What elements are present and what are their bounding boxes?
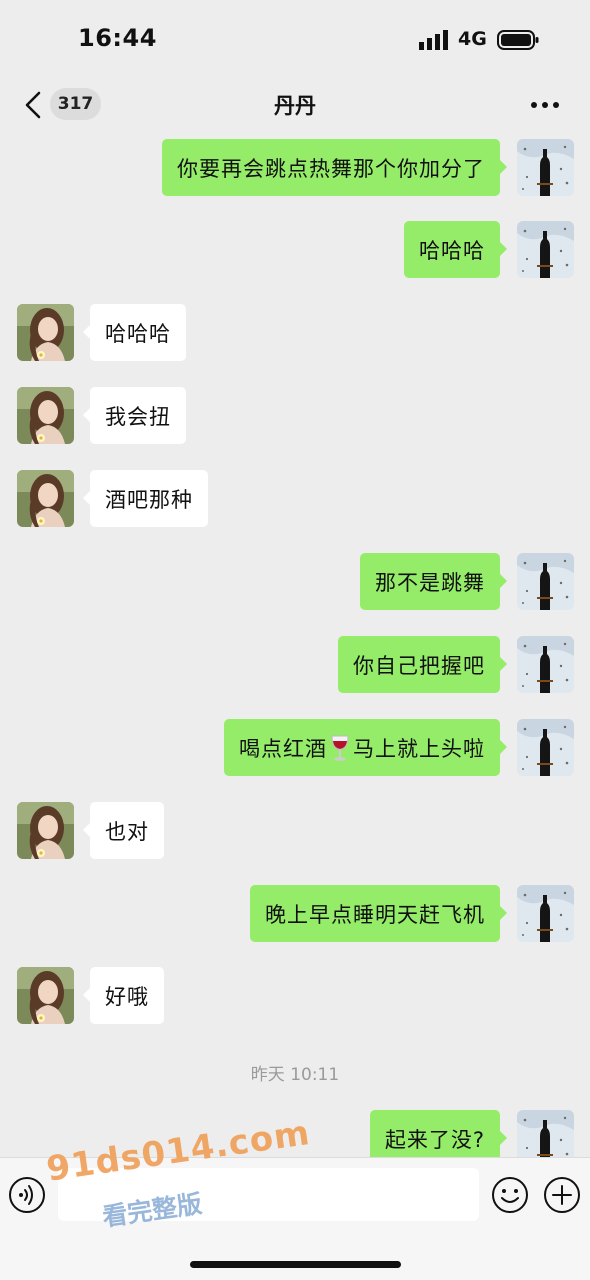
my-avatar[interactable] — [517, 221, 574, 278]
message-row-incoming: 我会扭 — [0, 387, 590, 447]
battery-icon — [497, 30, 539, 50]
message-bubble[interactable]: 你要再会跳点热舞那个你加分了 — [162, 139, 507, 196]
my-avatar[interactable] — [517, 139, 574, 196]
message-bubble[interactable]: 晚上早点睡明天赶飞机 — [250, 885, 507, 942]
network-label: 4G — [458, 28, 487, 50]
status-time: 16:44 — [78, 24, 157, 52]
message-text: 喝点红酒 — [239, 736, 327, 761]
contact-avatar[interactable] — [17, 387, 74, 444]
message-row-incoming: 好哦 — [0, 967, 590, 1027]
voice-input-icon[interactable] — [8, 1176, 46, 1214]
message-bubble[interactable]: 那不是跳舞 — [360, 553, 507, 610]
wine-glass-icon — [331, 735, 349, 761]
message-bubble[interactable]: 你自己把握吧 — [338, 636, 507, 693]
message-bubble[interactable]: 哈哈哈 — [404, 221, 507, 278]
message-row-outgoing: 你自己把握吧 — [0, 636, 590, 696]
message-bubble[interactable]: 我会扭 — [83, 387, 186, 444]
signal-icon — [419, 30, 448, 50]
chat-title: 丹丹 — [274, 94, 316, 118]
status-bar: 16:44 4G — [0, 0, 590, 78]
message-row-outgoing: 哈哈哈 — [0, 221, 590, 281]
message-bubble[interactable]: 喝点红酒 马上就上头啦 — [224, 719, 507, 776]
more-options-icon[interactable] — [530, 100, 560, 110]
my-avatar[interactable] — [517, 553, 574, 610]
contact-avatar[interactable] — [17, 470, 74, 527]
nav-bar: 317 丹丹 — [0, 78, 590, 132]
message-row-incoming: 哈哈哈 — [0, 304, 590, 364]
message-row-outgoing: 那不是跳舞 — [0, 553, 590, 613]
message-timestamp: 昨天 10:11 — [250, 1065, 340, 1085]
message-row-incoming: 酒吧那种 — [0, 470, 590, 530]
message-row-outgoing: 喝点红酒 马上就上头啦 — [0, 719, 590, 779]
message-bubble[interactable]: 也对 — [83, 802, 164, 859]
home-indicator[interactable] — [190, 1261, 401, 1268]
message-bubble[interactable]: 酒吧那种 — [83, 470, 208, 527]
contact-avatar[interactable] — [17, 967, 74, 1024]
my-avatar[interactable] — [517, 636, 574, 693]
message-row-outgoing: 你要再会跳点热舞那个你加分了 — [0, 139, 590, 199]
message-bubble[interactable]: 哈哈哈 — [83, 304, 186, 361]
message-text: 马上就上头啦 — [353, 736, 485, 761]
contact-avatar[interactable] — [17, 802, 74, 859]
contact-avatar[interactable] — [17, 304, 74, 361]
my-avatar[interactable] — [517, 885, 574, 942]
message-row-incoming: 也对 — [0, 802, 590, 862]
emoji-icon[interactable] — [491, 1176, 529, 1214]
plus-icon[interactable] — [543, 1176, 581, 1214]
message-bubble[interactable]: 好哦 — [83, 967, 164, 1024]
my-avatar[interactable] — [517, 719, 574, 776]
message-row-outgoing: 晚上早点睡明天赶飞机 — [0, 885, 590, 945]
